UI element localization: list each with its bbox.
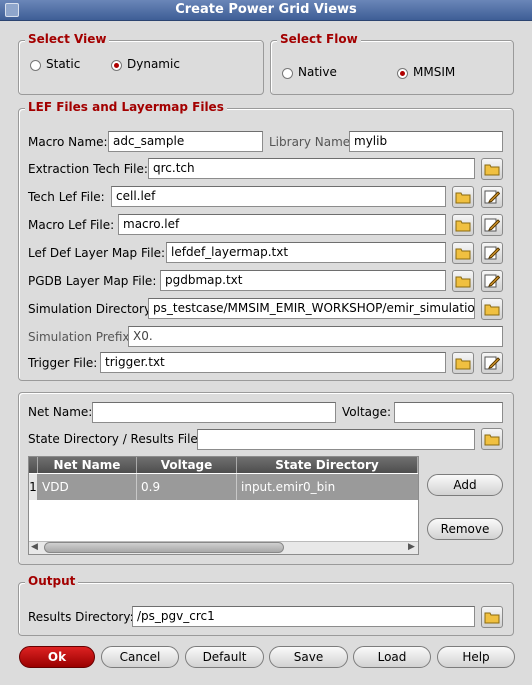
- help-button[interactable]: Help: [437, 646, 515, 668]
- radio-mmsim[interactable]: [397, 68, 408, 79]
- tech-lef-edit-button[interactable]: [481, 186, 503, 208]
- pgdb-map-input[interactable]: pgdbmap.txt: [160, 270, 446, 291]
- cell-net-name[interactable]: VDD: [38, 474, 137, 500]
- lef-group-title: LEF Files and Layermap Files: [25, 100, 227, 114]
- voltage-input[interactable]: [394, 402, 503, 423]
- state-dir-input[interactable]: [197, 429, 475, 450]
- cell-state-directory[interactable]: input.emir0_bin: [237, 474, 418, 500]
- edit-icon: [484, 190, 500, 204]
- cancel-button[interactable]: Cancel: [101, 646, 179, 668]
- table-corner: [29, 457, 38, 473]
- trigger-file-input[interactable]: trigger.txt: [100, 352, 446, 373]
- extraction-tech-label: Extraction Tech File:: [28, 162, 148, 176]
- column-header-state-directory[interactable]: State Directory: [237, 457, 418, 473]
- sim-prefix-label: Simulation Prefix:: [28, 330, 134, 344]
- sim-dir-input[interactable]: ps_testcase/MMSIM_EMIR_WORKSHOP/emir_sim…: [148, 298, 475, 319]
- scroll-right-icon[interactable]: ▶: [408, 542, 415, 552]
- radio-native[interactable]: [282, 68, 293, 79]
- folder-icon: [455, 192, 471, 204]
- cell-voltage[interactable]: 0.9: [137, 474, 237, 500]
- ok-button[interactable]: Ok: [19, 646, 95, 668]
- folder-icon: [484, 612, 500, 624]
- extraction-browse-button[interactable]: [481, 158, 503, 180]
- trigger-browse-button[interactable]: [452, 352, 474, 374]
- default-button[interactable]: Default: [185, 646, 264, 668]
- pgdb-browse-button[interactable]: [452, 270, 474, 292]
- tech-lef-label: Tech Lef File:: [28, 190, 105, 204]
- macro-lef-browse-button[interactable]: [452, 214, 474, 236]
- window-title: Create Power Grid Views: [175, 2, 357, 17]
- lefdef-browse-button[interactable]: [452, 242, 474, 264]
- radio-static-label[interactable]: Static: [46, 57, 80, 71]
- folder-icon: [455, 248, 471, 260]
- folder-icon: [455, 220, 471, 232]
- folder-icon: [455, 358, 471, 370]
- tech-lef-browse-button[interactable]: [452, 186, 474, 208]
- library-name-input[interactable]: mylib: [349, 131, 503, 152]
- results-dir-label: Results Directory:: [28, 610, 134, 624]
- add-button[interactable]: Add: [427, 474, 503, 496]
- tech-lef-input[interactable]: cell.lef: [111, 186, 446, 207]
- net-name-label: Net Name:: [28, 405, 93, 419]
- sim-prefix-input[interactable]: X0.: [128, 326, 503, 347]
- load-button[interactable]: Load: [353, 646, 431, 668]
- remove-button[interactable]: Remove: [427, 518, 503, 540]
- macro-lef-label: Macro Lef File:: [28, 218, 115, 232]
- radio-static[interactable]: [30, 60, 41, 71]
- trigger-file-label: Trigger File:: [28, 356, 98, 370]
- select-view-title: Select View: [25, 32, 110, 46]
- macro-lef-edit-button[interactable]: [481, 214, 503, 236]
- macro-name-input[interactable]: adc_sample: [108, 131, 263, 152]
- radio-dynamic[interactable]: [111, 60, 122, 71]
- edit-icon: [484, 246, 500, 260]
- folder-icon: [484, 164, 500, 176]
- edit-icon: [484, 274, 500, 288]
- folder-icon: [484, 434, 500, 446]
- lefdef-map-input[interactable]: lefdef_layermap.txt: [166, 242, 446, 263]
- results-dir-input[interactable]: /ps_pgv_crc1: [132, 606, 475, 627]
- column-header-net-name[interactable]: Net Name: [38, 457, 137, 473]
- radio-mmsim-label[interactable]: MMSIM: [413, 65, 455, 79]
- scroll-left-icon[interactable]: ◀: [31, 542, 38, 552]
- radio-native-label[interactable]: Native: [298, 65, 337, 79]
- save-button[interactable]: Save: [269, 646, 348, 668]
- sim-dir-label: Simulation Directory:: [28, 302, 155, 316]
- state-dir-label: State Directory / Results File:: [28, 432, 202, 446]
- folder-icon: [484, 304, 500, 316]
- pgdb-edit-button[interactable]: [481, 270, 503, 292]
- macro-lef-input[interactable]: macro.lef: [118, 214, 446, 235]
- net-name-input[interactable]: [92, 402, 336, 423]
- lefdef-map-label: Lef Def Layer Map File:: [28, 246, 166, 260]
- pgdb-map-label: PGDB Layer Map File:: [28, 274, 157, 288]
- folder-icon: [455, 276, 471, 288]
- lefdef-edit-button[interactable]: [481, 242, 503, 264]
- output-group-title: Output: [25, 574, 79, 588]
- edit-icon: [484, 356, 500, 370]
- trigger-edit-button[interactable]: [481, 352, 503, 374]
- radio-dynamic-label[interactable]: Dynamic: [127, 57, 180, 71]
- voltage-label: Voltage:: [342, 405, 392, 419]
- row-number: 1: [29, 474, 38, 500]
- edit-icon: [484, 218, 500, 232]
- macro-name-label: Macro Name:: [28, 135, 108, 149]
- library-name-label: Library Name: [269, 135, 351, 149]
- column-header-voltage[interactable]: Voltage: [137, 457, 237, 473]
- results-dir-browse-button[interactable]: [481, 606, 503, 628]
- sim-dir-browse-button[interactable]: [481, 298, 503, 320]
- select-flow-title: Select Flow: [277, 32, 361, 46]
- extraction-tech-input[interactable]: qrc.tch: [148, 158, 475, 179]
- state-dir-browse-button[interactable]: [481, 428, 503, 450]
- scrollbar-thumb[interactable]: [44, 542, 284, 553]
